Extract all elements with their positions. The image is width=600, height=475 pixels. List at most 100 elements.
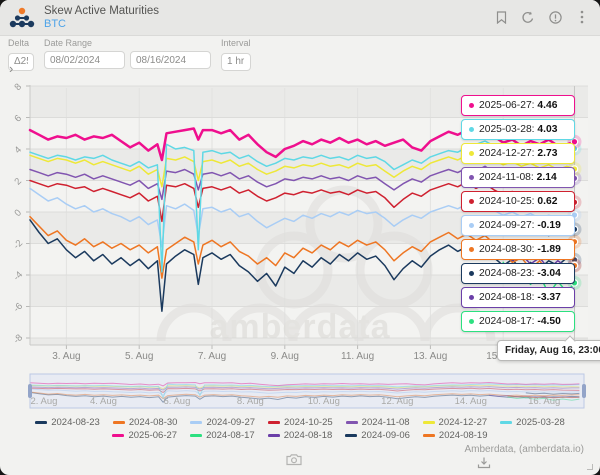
download-icon[interactable] [477,456,491,474]
tooltip-date: 2024-09-27: [479,220,537,231]
legend-dash-icon [190,434,202,437]
resize-corner[interactable] [587,464,593,470]
widget-header: Skew Active Maturities BTC [0,0,600,36]
tooltip-date: 2024-08-23: [479,268,537,279]
tooltip-date: 2024-08-17: [479,316,537,327]
value-tooltip-2024-08-17: 2024-08-17: -4.50 [461,311,575,332]
legend-dash-icon [112,434,124,437]
legend-label: 2024-08-18 [284,430,333,441]
tooltip-value: -4.50 [537,316,560,327]
series-dot-icon [469,175,474,180]
legend-item-2024-12-27[interactable]: 2024-12-27 [423,417,488,428]
tooltip-date: 2025-06-27: [479,100,537,111]
navigator-tick-label: 12. Aug [381,396,413,407]
legend-item-2025-06-27[interactable]: 2025-06-27 [112,430,177,441]
legend-item-2024-09-06[interactable]: 2024-09-06 [345,430,410,441]
x-tick-label: 7. Aug [198,351,226,362]
navigator-tick-label: 16. Aug [528,396,560,407]
legend-label: 2025-03-28 [516,417,565,428]
legend-item-2025-03-28[interactable]: 2025-03-28 [500,417,565,428]
tooltip-value: 0.62 [537,196,557,207]
x-tick-label: 11. Aug [341,351,374,362]
tooltip-value: -3.37 [537,292,560,303]
navigator-tick-label: 8. Aug [237,396,264,407]
legend-label: 2024-08-17 [206,430,255,441]
legend-dash-icon [35,421,47,424]
navigator-tick-label: 10. Aug [308,396,340,407]
legend-dash-icon [346,421,358,424]
tooltip-date: 2024-08-18: [479,292,537,303]
tooltip-value: 2.14 [537,172,557,183]
more-options-icon[interactable] [574,9,590,25]
refresh-icon[interactable] [520,9,536,25]
date-from-input[interactable] [44,51,125,69]
legend-dash-icon [423,421,435,424]
value-tooltip-2024-09-27: 2024-09-27: -0.19 [461,215,575,236]
snapshot-camera-icon[interactable] [286,453,302,471]
tooltip-value: -0.19 [537,220,560,231]
legend-dash-icon [268,421,280,424]
x-tick-label: 3. Aug [52,351,80,362]
navigator-tick-label: 2. Aug [31,396,58,407]
series-dot-icon [469,271,474,276]
tooltip-date: 2024-10-25: [479,196,537,207]
value-tooltip-2024-10-25: 2024-10-25: 0.62 [461,191,575,212]
date-range-label: Date Range [44,38,211,48]
y-tick-label: 0 [12,207,24,219]
tooltip-value: -3.04 [537,268,560,279]
legend-dash-icon [423,434,435,437]
series-dot-icon [469,319,474,324]
x-tick-label: 5. Aug [125,351,153,362]
date-to-input[interactable] [130,51,211,69]
value-tooltip-2025-03-28: 2025-03-28: 4.03 [461,119,575,140]
date-range-control: Date Range [44,38,211,71]
legend-item-2024-08-23[interactable]: 2024-08-23 [35,417,100,428]
chart-controls: Delta Date Range Interval [8,38,251,71]
info-icon[interactable] [547,9,563,25]
legend: 2024-08-23 2024-08-30 2024-09-27 2024-10-25… [30,417,570,441]
legend-dash-icon [268,434,280,437]
legend-item-2024-08-17[interactable]: 2024-08-17 [190,430,255,441]
interval-control: Interval [221,38,251,71]
y-tick-label: -4 [11,269,25,283]
series-dot-icon [469,103,474,108]
series-dot-icon [469,199,474,204]
legend-item-2024-10-25[interactable]: 2024-10-25 [268,417,333,428]
y-tick-label: -8 [11,332,25,346]
value-tooltip-2025-06-27: 2025-06-27: 4.46 [461,95,575,116]
amberdata-logo-icon [8,6,36,30]
legend-label: 2024-08-19 [439,430,488,441]
legend-item-2024-11-08[interactable]: 2024-11-08 [346,417,410,428]
interval-input[interactable] [221,53,251,71]
legend-item-2024-08-30[interactable]: 2024-08-30 [113,417,178,428]
bookmark-icon[interactable] [493,9,509,25]
navigator-tick-label: 6. Aug [163,396,190,407]
y-tick-label: 4 [12,144,24,156]
value-tooltip-2024-08-30: 2024-08-30: -1.89 [461,239,575,260]
series-dot-icon [469,151,474,156]
value-tooltip-2024-12-27: 2024-12-27: 2.73 [461,143,575,164]
watermark-text: amberdata [210,308,391,346]
delta-label: Delta [8,38,34,48]
value-tooltip-2024-08-23: 2024-08-23: -3.04 [461,263,575,284]
chart-widget-card: 3. Aug5. Aug7. Aug9. Aug11. Aug13. Aug15… [0,0,600,475]
value-tooltips: 2025-06-27: 4.46 2025-03-28: 4.03 2024-12-… [461,95,575,335]
tooltip-value: 2.73 [537,148,557,159]
legend-label: 2025-06-27 [128,430,177,441]
asset-subtitle[interactable]: BTC [44,18,159,30]
legend-dash-icon [500,421,512,424]
value-tooltip-2024-08-18: 2024-08-18: -3.37 [461,287,575,308]
legend-item-2024-09-27[interactable]: 2024-09-27 [190,417,255,428]
legend-item-2024-08-18[interactable]: 2024-08-18 [268,430,333,441]
legend-label: 2024-09-27 [206,417,255,428]
page-title: Skew Active Maturities [44,5,159,17]
legend-label: 2024-10-25 [284,417,333,428]
legend-label: 2024-12-27 [439,417,488,428]
legend-item-2024-08-19[interactable]: 2024-08-19 [423,430,488,441]
collapse-chevron-icon[interactable]: › [9,64,13,74]
navigator-handle-right[interactable] [582,384,586,398]
tooltip-value: -1.89 [537,244,560,255]
interval-label: Interval [221,38,251,48]
tooltip-date: 2024-11-08: [479,172,537,183]
series-dot-icon [469,247,474,252]
